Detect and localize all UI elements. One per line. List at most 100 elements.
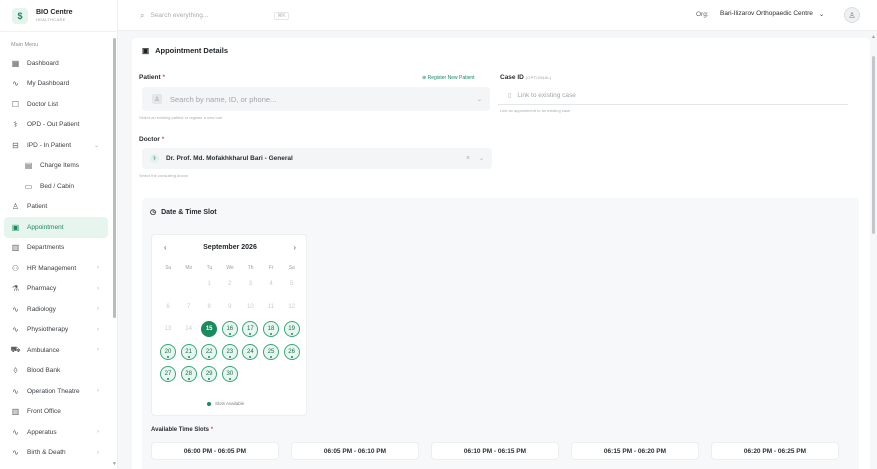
weekday-label: Mo: [185, 265, 193, 271]
calendar-day: 4: [269, 281, 273, 287]
sidebar-item-ambulance[interactable]: ⛟ Ambulance ›: [0, 340, 112, 361]
sidebar-item-operation-theatre[interactable]: ∿ Operation Theatre ›: [0, 381, 112, 402]
search-input[interactable]: Search everything...: [150, 12, 208, 19]
calendar-day: 5: [289, 281, 294, 287]
brand-name: BIO Centre: [36, 9, 73, 16]
sidebar-item-pharmacy[interactable]: ⚗ Pharmacy ›: [0, 279, 112, 300]
scroll-up-arrow-icon[interactable]: ▲: [871, 34, 876, 40]
sidebar-item-my-dashboard[interactable]: ∿ My Dashboard: [0, 74, 112, 95]
sidebar-item-charge-items[interactable]: ▤ Charge Items: [0, 156, 112, 177]
prev-month-icon[interactable]: ‹: [164, 243, 167, 252]
calendar-day[interactable]: 16: [221, 321, 238, 337]
org-select[interactable]: Bari-Ilizarov Orthopaedic Centre ⌄: [720, 10, 824, 18]
next-month-icon[interactable]: ›: [293, 243, 296, 252]
sidebar-item-departments[interactable]: ▥ Departments: [0, 238, 112, 259]
sidebar-item-birth-death[interactable]: ∿ Birth & Death ›: [0, 443, 112, 464]
calendar-day: 2: [228, 281, 232, 287]
main-scrollbar[interactable]: [872, 56, 875, 234]
scroll-down-arrow-icon[interactable]: ▼: [112, 461, 117, 467]
calendar-day[interactable]: 20: [160, 343, 176, 360]
required-mark: *: [210, 427, 214, 433]
time-slot-button[interactable]: 06:15 PM - 06:20 PM: [571, 442, 699, 460]
user-icon: ♙: [152, 94, 162, 104]
time-slot-button[interactable]: 06:00 PM - 06:05 PM: [151, 442, 279, 460]
weekday-label: We: [226, 265, 234, 271]
sidebar-item-front-office[interactable]: ▥ Front Office: [0, 402, 112, 423]
sidebar-item-patient[interactable]: ♙ Patient: [0, 197, 112, 218]
chevron-icon: ⌄: [93, 142, 99, 149]
calendar-day[interactable]: 30: [221, 366, 238, 382]
weekday-row: Su Mo Tu We Th Fr Sa: [158, 265, 302, 271]
sidebar-item-apperatus[interactable]: ∿ Apperatus ›: [0, 422, 112, 443]
sidebar-item-appointment[interactable]: ▣ Appointment: [4, 217, 108, 238]
chevron-icon: ›: [97, 265, 99, 272]
menu-icon: ⛟: [10, 345, 21, 355]
menu-icon: ∿: [12, 79, 19, 89]
register-new-patient-link[interactable]: ⊕ Register New Patient: [422, 75, 475, 81]
sidebar-item-label: Dashboard: [27, 59, 59, 67]
menu-icon: ∿: [12, 427, 19, 437]
menu-icon: ▣: [11, 222, 20, 232]
calendar-day[interactable]: 25: [263, 343, 279, 360]
calendar-day[interactable]: 27: [160, 366, 176, 382]
menu-icon: ♙: [11, 202, 20, 212]
menu-icon: ▥: [11, 243, 20, 253]
calendar-header: ‹ September 2026 ›: [152, 243, 308, 252]
calendar-day[interactable]: 24: [242, 343, 259, 360]
patient-search-field[interactable]: ♙ Search by name, ID, or phone... ⌄: [142, 87, 490, 111]
calendar-day: 14: [185, 326, 192, 332]
sidebar-item-physiotherapy[interactable]: ∿ Physiotherapy ›: [0, 320, 112, 341]
patient-search-input[interactable]: Search by name, ID, or phone...: [170, 95, 276, 104]
clear-icon[interactable]: ×: [466, 155, 470, 162]
global-search[interactable]: ⌕ Search everything... ⌘K: [140, 8, 312, 23]
case-id-input[interactable]: Link to existing case: [517, 92, 576, 99]
patient-label-text: Patient: [139, 74, 161, 81]
sidebar-item-label: Ambulance: [27, 346, 60, 354]
sidebar-item-label: Radiology: [27, 305, 56, 313]
calendar-day[interactable]: 18: [263, 321, 279, 337]
sidebar-item-dashboard[interactable]: ▦ Dashboard: [0, 53, 112, 74]
time-slot-button[interactable]: 06:20 PM - 06:25 PM: [711, 442, 839, 460]
calendar-day[interactable]: 19: [283, 321, 300, 337]
sidebar-item-blood-bank[interactable]: ◊ Blood Bank: [0, 361, 112, 382]
doctor-label: Doctor *: [139, 136, 164, 143]
calendar-day[interactable]: 26: [283, 343, 300, 360]
case-id-label: Case ID (OPTIONAL): [500, 74, 552, 81]
case-id-field[interactable]: ▯ Link to existing case: [498, 87, 848, 105]
sidebar-item-bed-cabin[interactable]: ▭ Bed / Cabin: [0, 176, 112, 197]
stethoscope-icon: ⚕: [150, 154, 159, 163]
time-slots-label: Available Time Slots *: [151, 427, 213, 433]
patient-hint: Select an existing patient or register a…: [139, 115, 223, 120]
time-slot-button[interactable]: 06:05 PM - 06:10 PM: [291, 442, 419, 460]
calendar-day[interactable]: 21: [180, 343, 197, 360]
sidebar-item-doctor-list[interactable]: ☐ Doctor List: [0, 94, 112, 115]
calendar-day[interactable]: 28: [180, 366, 197, 382]
calendar-day: 3: [248, 281, 253, 287]
doctor-select[interactable]: ⚕ Dr. Prof. Md. Mofakhkharul Bari - Gene…: [142, 148, 492, 169]
doctor-select-value: Dr. Prof. Md. Mofakhkharul Bari - Genera…: [166, 155, 293, 162]
calendar-day: 7: [186, 303, 191, 310]
calendar-day[interactable]: 17: [242, 321, 259, 337]
calendar-day[interactable]: 29: [201, 366, 218, 382]
required-mark: *: [162, 74, 166, 81]
sidebar-item-ipd-in-patient[interactable]: ⊟ IPD - In Patient ⌄: [0, 135, 112, 156]
sidebar-item-hr-management[interactable]: ⚇ HR Management ›: [0, 258, 112, 279]
brand[interactable]: $ BIO Centre HEALTHCARE: [0, 0, 117, 32]
avatar[interactable]: ♙: [844, 7, 860, 23]
search-shortcut-badge: ⌘K: [274, 11, 289, 20]
calendar-icon: ▣: [142, 46, 150, 55]
weekday-label: Tu: [206, 265, 213, 271]
sidebar-menu: ▦ Dashboard ∿ My Dashboard ☐ Doctor List ⚕ OPD …: [0, 53, 112, 463]
calendar-day[interactable]: 23: [221, 343, 238, 360]
sidebar-item-opd-out-patient[interactable]: ⚕ OPD - Out Patient: [0, 115, 112, 136]
menu-icon: ▤: [24, 161, 33, 171]
calendar-day[interactable]: 15: [201, 321, 218, 337]
chevron-icon: ›: [97, 326, 99, 333]
sidebar-item-radiology[interactable]: ∿ Radiology ›: [0, 299, 112, 320]
time-slot-button[interactable]: 06:10 PM - 06:15 PM: [431, 442, 559, 460]
menu-section-title: Main Menu: [11, 42, 39, 48]
calendar-day[interactable]: 22: [201, 343, 218, 360]
brand-subtitle: HEALTHCARE: [36, 17, 66, 22]
sidebar-item-label: My Dashboard: [27, 80, 70, 88]
sidebar-scrollbar[interactable]: [113, 38, 116, 318]
